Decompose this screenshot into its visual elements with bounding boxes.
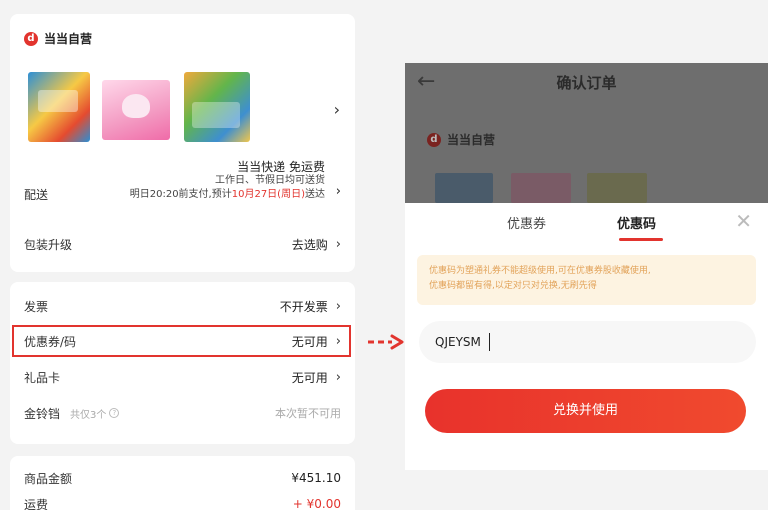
product-card: d 当当自营 › 当当快递 免运费 工作日、节假日均可送货 明日20:20前支付… bbox=[10, 14, 355, 272]
delivery-line2-suffix: 送达 bbox=[305, 189, 325, 200]
product-thumbnails[interactable]: › bbox=[28, 72, 348, 154]
gold-coin-value: 本次暂不可用 bbox=[275, 407, 341, 420]
invoice-label: 发票 bbox=[24, 299, 49, 314]
shipping-fee-value: + ¥0.00 bbox=[292, 497, 341, 510]
dimmed-background[interactable]: ← 确认订单 d 当当自营 bbox=[405, 63, 768, 203]
goods-amount-row: 商品金额 ¥451.10 bbox=[24, 466, 341, 490]
coupon-code-input[interactable] bbox=[419, 321, 756, 363]
chevron-right-icon: › bbox=[335, 369, 341, 385]
order-summary-panel: d 当当自营 › 当当快递 免运费 工作日、节假日均可送货 明日20:20前支付… bbox=[0, 0, 365, 510]
delivery-line1: 工作日、节假日均可送货 bbox=[215, 175, 325, 186]
close-icon[interactable]: ✕ bbox=[735, 209, 752, 233]
notice-line2: 优惠码都留有得,以定对只对兑换,无刷先得 bbox=[429, 281, 597, 291]
notice-line1: 优惠码为塑通礼券不能超级使用,可在优惠券股收藏使用, bbox=[429, 266, 651, 276]
gold-coin-sub: 共仅3个 bbox=[70, 409, 107, 421]
invoice-value: 不开发票 bbox=[279, 299, 328, 314]
store-logo-icon: d bbox=[24, 31, 38, 46]
store-name: 当当自营 bbox=[447, 133, 496, 147]
product-thumbnail-2 bbox=[511, 173, 571, 203]
tab-coupons[interactable]: 优惠券 bbox=[507, 213, 546, 232]
product-thumbnail-1[interactable] bbox=[28, 72, 90, 142]
gift-card-value: 无可用 bbox=[291, 370, 328, 385]
shipping-fee-row: 运费 + ¥0.00 bbox=[24, 492, 341, 510]
product-thumbnail-3 bbox=[587, 173, 647, 203]
store-header-dimmed: d 当当自营 bbox=[427, 131, 495, 148]
store-header: d 当当自营 bbox=[24, 30, 92, 47]
tab-coupon-code[interactable]: 优惠码 bbox=[617, 213, 656, 232]
delivery-info: 当当快递 免运费 工作日、节假日均可送货 明日20:20前支付,预计10月27日… bbox=[130, 160, 325, 202]
delivery-chevron-icon[interactable]: › bbox=[336, 184, 341, 199]
coupon-bottom-sheet: 优惠券 优惠码 ✕ 优惠码为塑通礼券不能超级使用,可在优惠券股收藏使用, 优惠码… bbox=[405, 203, 768, 470]
coupon-code-notice: 优惠码为塑通礼券不能超级使用,可在优惠券股收藏使用, 优惠码都留有得,以定对只对… bbox=[417, 255, 756, 305]
delivery-date: 10月27日(周日) bbox=[231, 189, 305, 200]
packaging-label: 包装升级 bbox=[24, 237, 73, 252]
goods-amount-label: 商品金额 bbox=[24, 471, 73, 486]
shipping-fee-label: 运费 bbox=[24, 497, 49, 510]
goods-amount-value: ¥451.10 bbox=[291, 471, 341, 485]
store-logo-icon: d bbox=[427, 132, 441, 147]
gift-card-row[interactable]: 礼品卡 无可用 › bbox=[24, 365, 341, 389]
delivery-line2-prefix: 明日20:20前支付,预计 bbox=[129, 189, 232, 200]
chevron-right-icon: › bbox=[335, 236, 341, 252]
gift-card-label: 礼品卡 bbox=[24, 370, 61, 385]
redeem-and-apply-button[interactable]: 兑换并使用 bbox=[425, 389, 746, 433]
coupon-highlight-box bbox=[12, 325, 351, 357]
gold-coin-label: 金铃铛 bbox=[24, 406, 61, 421]
packaging-row[interactable]: 包装升级 去选购 › bbox=[24, 232, 341, 256]
info-icon[interactable]: ? bbox=[109, 408, 120, 418]
delivery-method: 当当快递 免运费 bbox=[237, 160, 325, 174]
store-name: 当当自营 bbox=[44, 32, 93, 46]
price-summary-card: 商品金额 ¥451.10 运费 + ¥0.00 bbox=[10, 456, 355, 510]
chevron-right-icon: › bbox=[335, 298, 341, 314]
delivery-line2: 明日20:20前支付,预计10月27日(周日)送达 bbox=[130, 188, 325, 202]
dashed-arrow-icon bbox=[368, 334, 404, 350]
product-thumbnail-3[interactable] bbox=[184, 72, 250, 142]
product-thumbnail-2[interactable] bbox=[102, 80, 170, 140]
product-thumbnail-1 bbox=[435, 173, 493, 203]
active-tab-indicator bbox=[619, 238, 663, 241]
text-cursor bbox=[489, 333, 490, 351]
chevron-right-icon[interactable]: › bbox=[334, 100, 340, 119]
coupon-code-screen: ← 确认订单 d 当当自营 优惠券 优惠码 ✕ 优惠码为塑通礼券不能超级使用,可… bbox=[405, 63, 768, 470]
gold-coin-row: 金铃铛 共仅3个 ? 本次暂不可用 bbox=[24, 401, 341, 425]
page-title: 确认订单 bbox=[556, 74, 617, 92]
delivery-label: 配送 bbox=[24, 188, 49, 202]
packaging-value: 去选购 bbox=[291, 237, 328, 252]
payment-options-card: 发票 不开发票 › 优惠券/码 无可用 › 礼品卡 无可用 › 金铃铛 共仅3个… bbox=[10, 282, 355, 444]
invoice-row[interactable]: 发票 不开发票 › bbox=[24, 294, 341, 318]
